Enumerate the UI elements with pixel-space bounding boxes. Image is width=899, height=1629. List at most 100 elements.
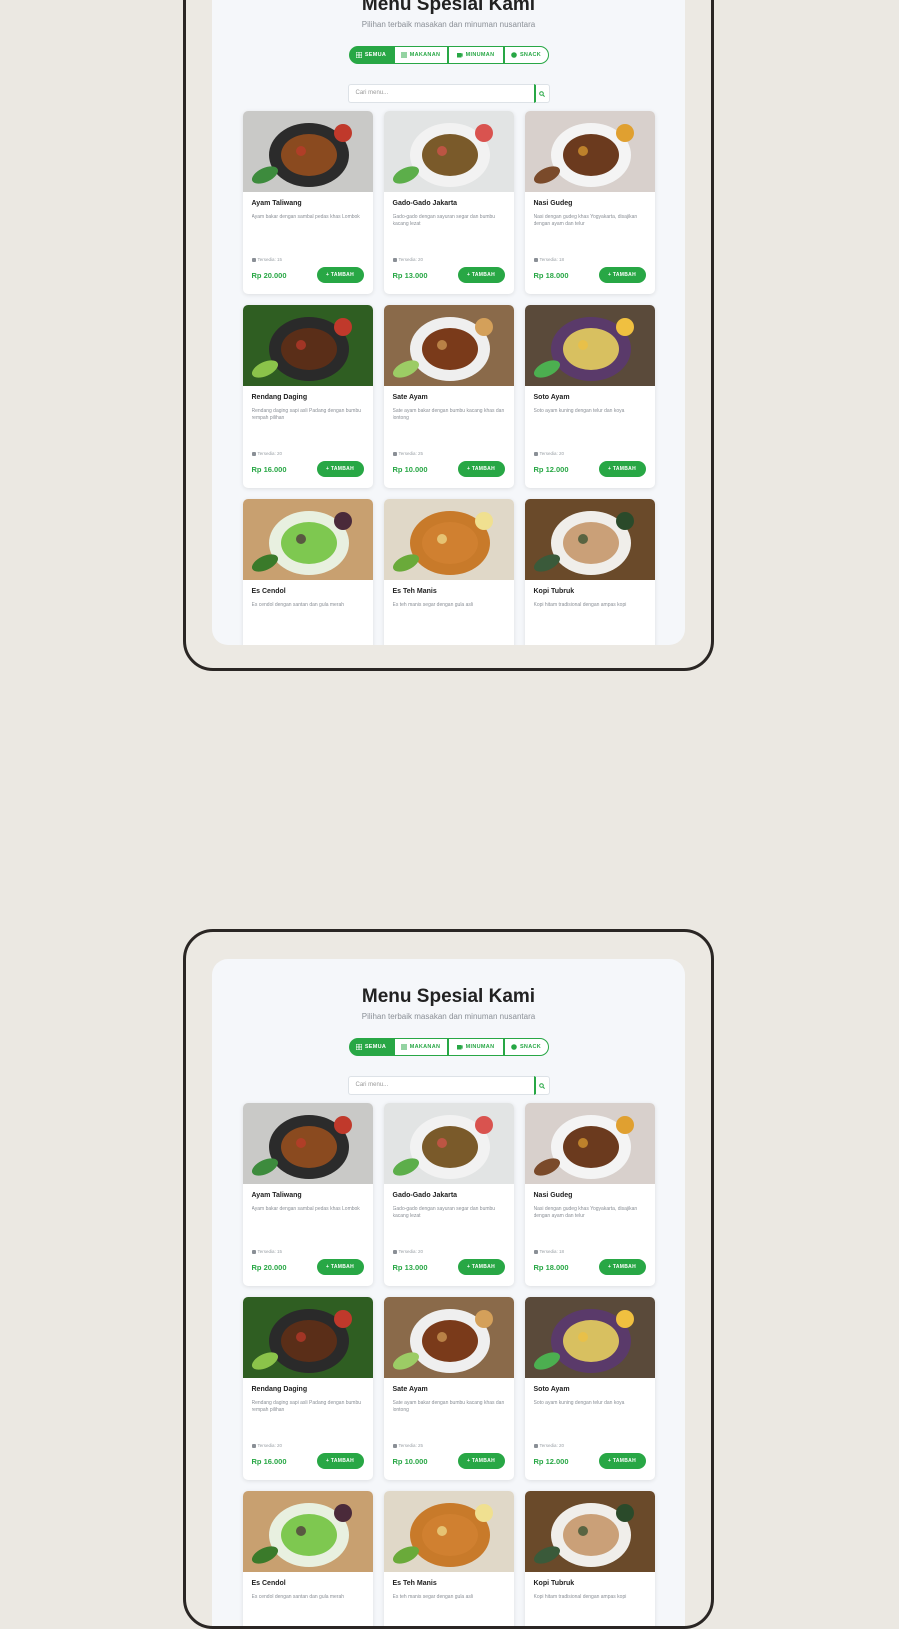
add-button[interactable]: + TAMBAH xyxy=(598,1259,646,1275)
menu-item-price: Rp 16.000 xyxy=(251,465,287,474)
tab-label: SEMUA xyxy=(364,52,387,58)
add-button[interactable]: + TAMBAH xyxy=(457,461,505,477)
box-icon xyxy=(251,1443,256,1448)
menu-item-price: Rp 20.000 xyxy=(251,1263,287,1272)
stock-info: Tersedia: 18 xyxy=(533,257,565,262)
add-button[interactable]: + TAMBAH xyxy=(316,461,364,477)
menu-item-name: Gado-Gado Jakarta xyxy=(392,200,458,207)
tab-semua[interactable]: SEMUA xyxy=(348,1038,394,1056)
box-icon xyxy=(392,1443,397,1448)
menu-card: Kopi Tubruk Kopi hitam tradisional denga… xyxy=(524,499,655,645)
menu-item-price: Rp 12.000 xyxy=(533,465,569,474)
menu-card: Es Teh Manis Es teh manis segar dengan g… xyxy=(383,1491,514,1626)
menu-card: Nasi Gudeg Nasi dengan gudeg khas Yogyak… xyxy=(524,1103,655,1286)
menu-item-name: Ayam Taliwang xyxy=(251,200,302,207)
page-subtitle: Pilihan terbaik masakan dan minuman nusa… xyxy=(361,20,536,29)
page-header: Menu Spesial Kami Pilihan terbaik masaka… xyxy=(212,986,685,1022)
box-icon xyxy=(392,451,397,456)
menu-item-name: Sate Ayam xyxy=(392,394,428,401)
menu-item-name: Es Cendol xyxy=(251,588,286,595)
search-bar: Cari menu... xyxy=(212,1076,685,1095)
search-input[interactable]: Cari menu... xyxy=(347,1076,534,1095)
add-button[interactable]: + TAMBAH xyxy=(598,267,646,283)
menu-card: Kopi Tubruk Kopi hitam tradisional denga… xyxy=(524,1491,655,1626)
tab-semua[interactable]: SEMUA xyxy=(348,46,394,64)
tab-snack[interactable]: SNACK xyxy=(503,46,549,64)
add-button[interactable]: + TAMBAH xyxy=(316,267,364,283)
menu-card: Sate Ayam Sate ayam bakar dengan bumbu k… xyxy=(383,1297,514,1480)
add-button[interactable]: + TAMBAH xyxy=(457,1259,505,1275)
tab-label: MINUMAN xyxy=(465,52,495,58)
menu-card: Ayam Taliwang Ayam bakar dengan sambal p… xyxy=(242,1103,373,1286)
menu-item-name: Es Teh Manis xyxy=(392,588,437,595)
menu-card: Soto Ayam Soto ayam kuning dengan telur … xyxy=(524,1297,655,1480)
search-icon xyxy=(539,1082,545,1089)
menu-card: Rendang Daging Rendang daging sapi asli … xyxy=(242,305,373,488)
stock-info: Tersedia: 20 xyxy=(392,1249,424,1254)
tab-label: SNACK xyxy=(519,1044,542,1050)
tab-label: SEMUA xyxy=(364,1044,387,1050)
menu-item-name: Es Cendol xyxy=(251,1580,286,1587)
stock-label: Tersedia: 15 xyxy=(257,1249,283,1254)
menu-item-name: Sate Ayam xyxy=(392,1386,428,1393)
stock-info: Tersedia: 20 xyxy=(533,451,564,456)
sate-ayam-photo xyxy=(383,305,514,386)
menu-item-name: Rendang Daging xyxy=(251,1386,308,1393)
stock-label: Tersedia: 20 xyxy=(257,451,283,456)
menu-item-price: Rp 18.000 xyxy=(533,1263,569,1272)
stock-info: Tersedia: 25 xyxy=(392,1443,424,1448)
stock-info: Tersedia: 15 xyxy=(251,1249,283,1254)
es-cendol-photo xyxy=(242,499,373,580)
add-button[interactable]: + TAMBAH xyxy=(316,1259,364,1275)
gado-gado-photo xyxy=(383,111,514,192)
menu-card: Gado-Gado Jakarta Gado-gado dengan sayur… xyxy=(383,111,514,294)
menu-item-price: Rp 20.000 xyxy=(251,271,287,280)
menu-item-price: Rp 12.000 xyxy=(533,1457,569,1466)
add-button[interactable]: + TAMBAH xyxy=(457,267,505,283)
rendang-photo xyxy=(242,305,373,386)
page-title: Menu Spesial Kami xyxy=(361,0,536,15)
tab-makanan[interactable]: MAKANAN xyxy=(393,1038,448,1056)
cookie-icon xyxy=(511,1044,517,1050)
menu-card: Es Cendol Es cendol dengan santan dan gu… xyxy=(242,499,373,645)
cookie-icon xyxy=(511,52,517,58)
search-button[interactable] xyxy=(533,84,550,103)
menu-item-description: Es cendol dengan santan dan gula merah xyxy=(251,602,345,608)
box-icon xyxy=(533,451,538,456)
tab-snack[interactable]: SNACK xyxy=(503,1038,549,1056)
menu-item-description: Soto ayam kuning dengan telur dan koya xyxy=(533,408,625,414)
menu-item-name: Nasi Gudeg xyxy=(533,200,573,207)
box-icon xyxy=(251,451,256,456)
soto-ayam-photo xyxy=(524,1297,655,1378)
menu-item-name: Kopi Tubruk xyxy=(533,1580,575,1587)
tab-minuman[interactable]: MINUMAN xyxy=(447,1038,504,1056)
menu-item-description: Rendang daging sapi asli Padang dengan b… xyxy=(251,408,362,421)
screen-bottom: Menu Spesial Kami Pilihan terbaik masaka… xyxy=(212,959,685,1626)
stock-label: Tersedia: 25 xyxy=(398,1443,424,1448)
search-input[interactable]: Cari menu... xyxy=(347,84,534,103)
box-icon xyxy=(251,257,256,262)
add-button[interactable]: + TAMBAH xyxy=(598,1453,646,1469)
add-button[interactable]: + TAMBAH xyxy=(316,1453,364,1469)
tab-label: SNACK xyxy=(519,52,542,58)
menu-grid: Ayam Taliwang Ayam bakar dengan sambal p… xyxy=(212,1103,685,1626)
stock-label: Tersedia: 20 xyxy=(398,1249,424,1254)
page-header: Menu Spesial Kami Pilihan terbaik masaka… xyxy=(212,0,685,30)
menu-card: Rendang Daging Rendang daging sapi asli … xyxy=(242,1297,373,1480)
tab-label: MAKANAN xyxy=(409,52,441,58)
add-button[interactable]: + TAMBAH xyxy=(457,1453,505,1469)
utensils-icon xyxy=(400,52,407,58)
menu-item-description: Kopi hitam tradisional dengan ampas kopi xyxy=(533,602,627,608)
tablet-frame-bottom: Menu Spesial Kami Pilihan terbaik masaka… xyxy=(183,929,714,1629)
stock-label: Tersedia: 18 xyxy=(539,257,565,262)
menu-item-description: Ayam bakar dengan sambal pedas khas Lomb… xyxy=(251,1206,360,1212)
search-button[interactable] xyxy=(533,1076,550,1095)
box-icon xyxy=(392,1249,397,1254)
utensils-icon xyxy=(400,1044,407,1050)
stock-label: Tersedia: 20 xyxy=(257,1443,283,1448)
tab-makanan[interactable]: MAKANAN xyxy=(393,46,448,64)
tab-minuman[interactable]: MINUMAN xyxy=(447,46,504,64)
es-cendol-photo xyxy=(242,1491,373,1572)
add-button[interactable]: + TAMBAH xyxy=(598,461,646,477)
menu-item-name: Ayam Taliwang xyxy=(251,1192,302,1199)
